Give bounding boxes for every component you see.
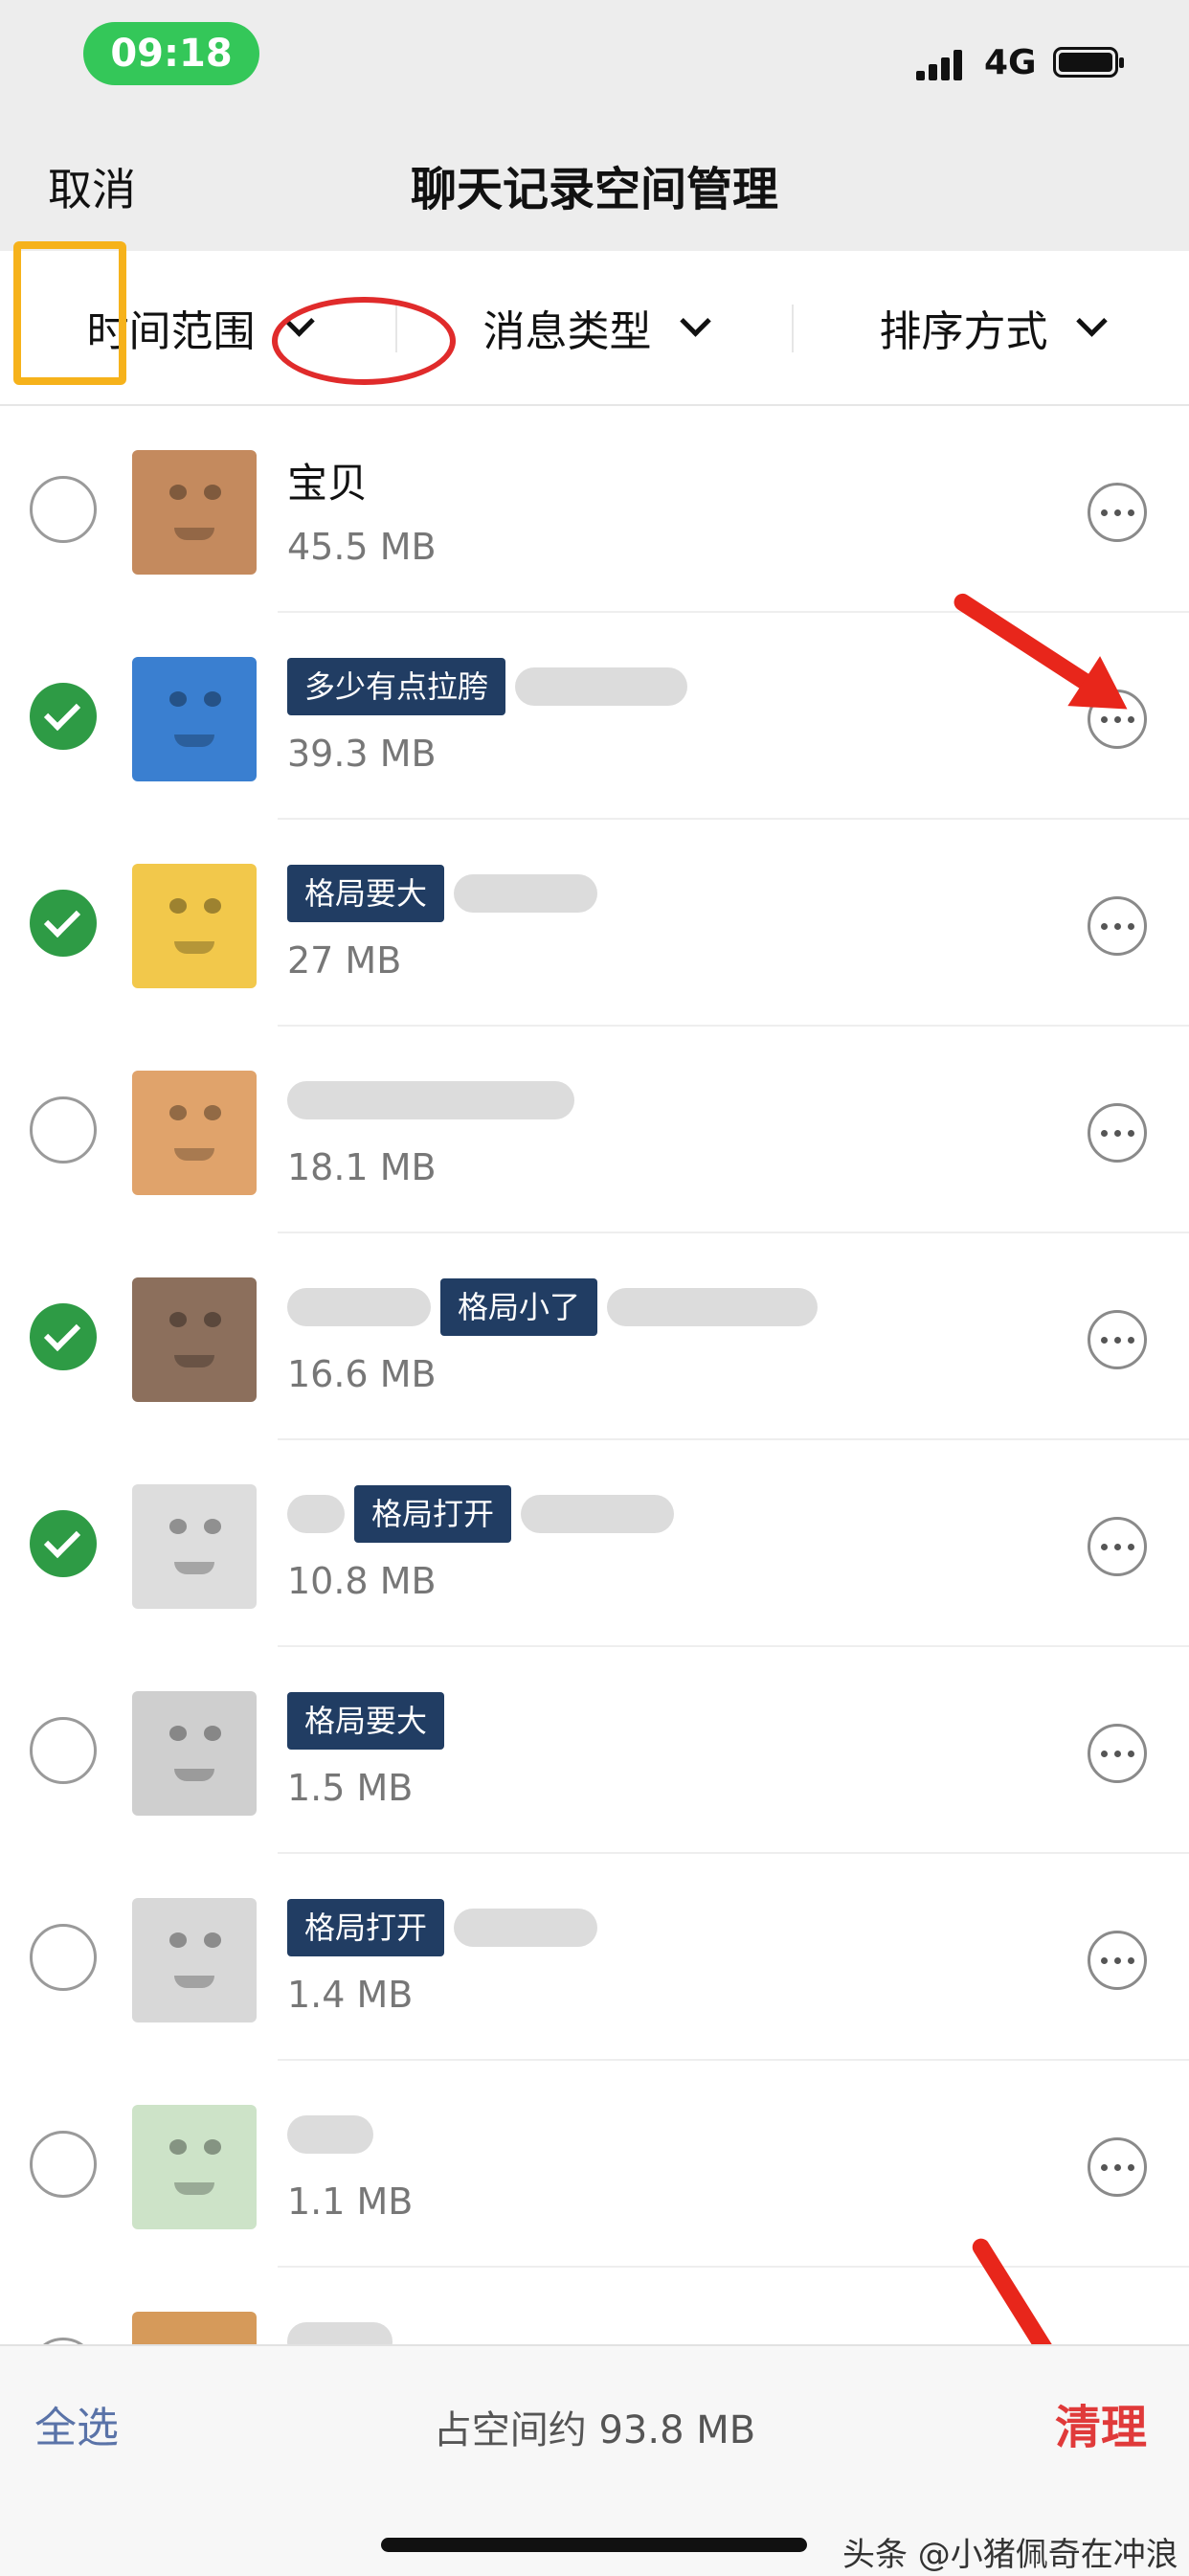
chat-size: 1.4 MB xyxy=(287,1974,414,2016)
chat-row[interactable]: 格局要大 1.5 MB xyxy=(0,1647,1189,1854)
avatar xyxy=(132,1484,257,1609)
chat-size: 18.1 MB xyxy=(287,1146,437,1188)
battery-full-icon xyxy=(1053,47,1124,78)
checkbox-unchecked-icon[interactable] xyxy=(30,2338,97,2344)
checkbox-unchecked-icon[interactable] xyxy=(30,1924,97,1991)
chat-size: 39.3 MB xyxy=(287,733,437,775)
more-circle-icon[interactable] xyxy=(1088,1724,1147,1783)
chat-name-line: 格局打开 xyxy=(287,1896,607,1959)
more-circle-icon[interactable] xyxy=(1088,1103,1147,1163)
space-summary: 占空间约 93.8 MB xyxy=(433,2408,756,2452)
annotation-highlight-box xyxy=(13,241,126,385)
checkbox-unchecked-icon[interactable] xyxy=(30,476,97,543)
chat-list: 宝贝 45.5 MB 多少有点拉胯 39.3 MB 格局要大 27 MB 18.1 MB 格局… xyxy=(0,406,1189,2344)
redacted-name xyxy=(287,1495,345,1533)
checkbox-checked-icon[interactable] xyxy=(30,890,97,957)
chat-size: 27 MB xyxy=(287,939,402,982)
chat-size: 16.6 MB xyxy=(287,1353,437,1395)
chat-row[interactable]: 宝贝 45.5 MB xyxy=(0,406,1189,613)
chat-row[interactable]: 格局打开 10.8 MB xyxy=(0,1440,1189,1647)
page-title: 聊天记录空间管理 xyxy=(410,163,778,216)
home-indicator xyxy=(381,2538,807,2552)
sticker-caption: 格局要大 xyxy=(287,865,445,922)
annotation-size-circle xyxy=(272,297,456,385)
redacted-name xyxy=(287,1081,574,1119)
filter-bar: 时间范围 消息类型 排序方式 xyxy=(0,251,1189,406)
chat-name-line: 宝贝 xyxy=(287,448,368,511)
avatar xyxy=(132,1071,257,1195)
avatar xyxy=(132,1691,257,1816)
chat-name-line: 格局要大 xyxy=(287,1689,454,1752)
network-label: 4G xyxy=(984,43,1037,82)
redacted-name xyxy=(515,667,688,706)
filter-sort-order[interactable]: 排序方式 xyxy=(793,251,1189,404)
more-circle-icon[interactable] xyxy=(1088,896,1147,956)
redacted-name xyxy=(521,1495,675,1533)
redacted-name xyxy=(287,2322,393,2344)
chat-size: 1.1 MB xyxy=(287,2181,414,2223)
sticker-caption: 格局打开 xyxy=(354,1485,512,1543)
chat-row[interactable]: 格局要大 27 MB xyxy=(0,820,1189,1027)
redacted-name xyxy=(454,1909,598,1947)
clean-button[interactable]: 清理 xyxy=(1055,2398,1147,2457)
avatar xyxy=(132,450,257,575)
redacted-name xyxy=(607,1288,819,1326)
chevron-down-icon xyxy=(1075,305,1108,337)
chat-name-line xyxy=(287,1069,584,1132)
chat-name-line: 多少有点拉胯 xyxy=(287,655,697,718)
more-circle-icon[interactable] xyxy=(1088,1931,1147,1990)
avatar xyxy=(132,2105,257,2229)
more-circle-icon[interactable] xyxy=(1088,1310,1147,1369)
chat-name-line: 格局要大 xyxy=(287,862,607,925)
status-time: 09:18 xyxy=(83,22,259,85)
checkbox-unchecked-icon[interactable] xyxy=(30,1717,97,1784)
more-circle-icon[interactable] xyxy=(1088,1517,1147,1576)
chat-name-line: 格局打开 xyxy=(287,1482,684,1546)
chat-row[interactable]: 18.1 MB xyxy=(0,1027,1189,1233)
chat-row[interactable]: 格局小了 16.6 MB xyxy=(0,1233,1189,1440)
sticker-caption: 格局小了 xyxy=(440,1278,598,1336)
chat-name-line xyxy=(287,2310,402,2344)
more-circle-icon[interactable] xyxy=(1088,2137,1147,2197)
chat-row[interactable]: 1.1 MB xyxy=(0,2061,1189,2268)
chat-name-line: 格局小了 xyxy=(287,1276,827,1339)
chat-row[interactable]: 格局打开 1.4 MB xyxy=(0,1854,1189,2061)
checkbox-unchecked-icon[interactable] xyxy=(30,2131,97,2198)
checkbox-unchecked-icon[interactable] xyxy=(30,1096,97,1164)
filter-label: 消息类型 xyxy=(482,307,652,356)
avatar xyxy=(132,864,257,988)
filter-label: 排序方式 xyxy=(879,307,1048,356)
redacted-name xyxy=(287,1288,431,1326)
cancel-button[interactable]: 取消 xyxy=(48,161,136,218)
avatar xyxy=(132,1277,257,1402)
sticker-caption: 多少有点拉胯 xyxy=(287,658,506,715)
sticker-caption: 格局打开 xyxy=(287,1899,445,1956)
more-circle-icon[interactable] xyxy=(1088,483,1147,542)
chat-name-line xyxy=(287,2103,383,2166)
checkbox-checked-icon[interactable] xyxy=(30,683,97,750)
avatar xyxy=(132,1898,257,2022)
chat-size: 1.5 MB xyxy=(287,1767,414,1809)
watermark: 头条 @小猪佩奇在冲浪 xyxy=(842,2536,1178,2574)
checkbox-checked-icon[interactable] xyxy=(30,1510,97,1577)
sticker-caption: 格局要大 xyxy=(287,1692,445,1750)
avatar xyxy=(132,657,257,781)
chat-size: 45.5 MB xyxy=(287,526,437,568)
filter-message-type[interactable]: 消息类型 xyxy=(396,251,793,404)
chat-size: 10.8 MB xyxy=(287,1560,437,1602)
checkbox-checked-icon[interactable] xyxy=(30,1303,97,1370)
chevron-down-icon xyxy=(679,305,711,337)
redacted-name xyxy=(287,2115,373,2154)
chat-name: 宝贝 xyxy=(287,459,369,507)
avatar xyxy=(132,2312,257,2344)
redacted-name xyxy=(454,874,598,913)
signal-bars-icon xyxy=(916,50,964,80)
